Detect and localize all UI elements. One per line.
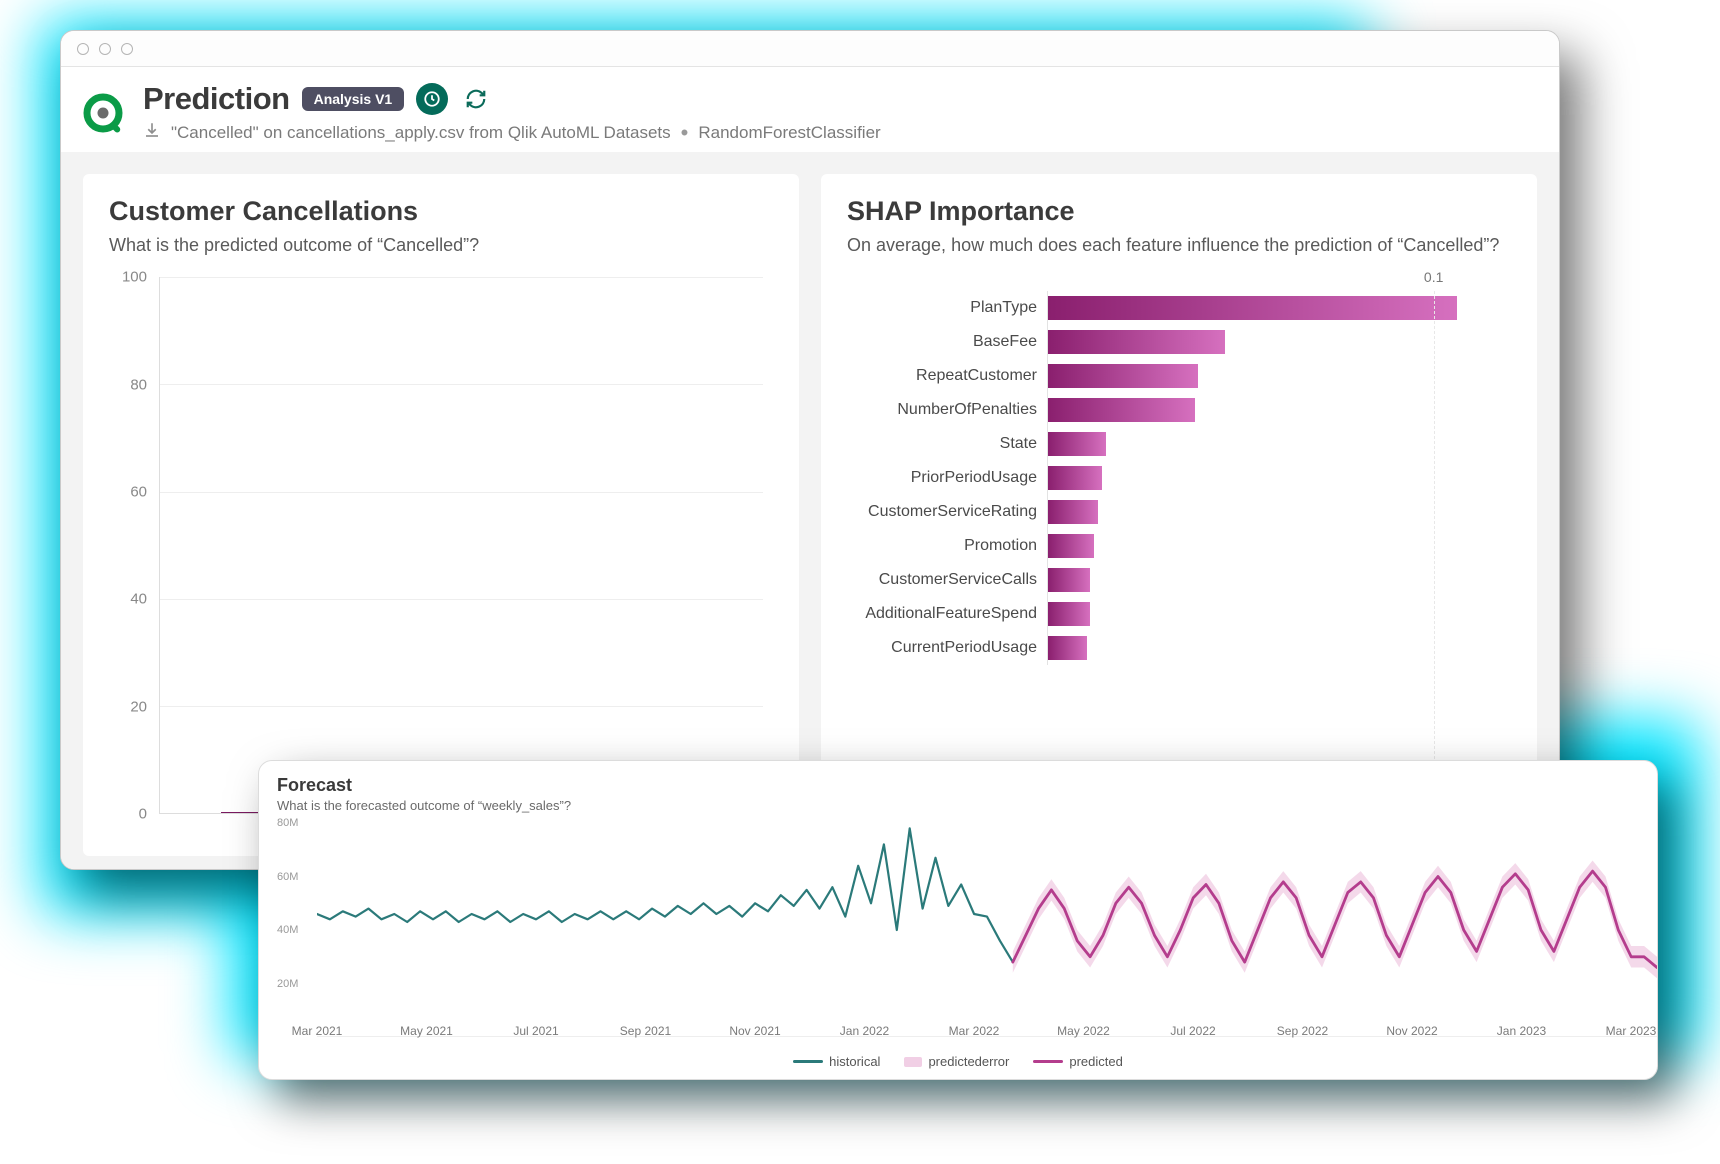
page-title: Prediction [143,81,290,117]
shap-row: PlanType [847,291,1511,325]
shap-feature-label: PriorPeriodUsage [847,469,1047,487]
cancellations-subtitle: What is the predicted outcome of “Cancel… [109,233,773,257]
legend-predicted: predicted [1033,1054,1122,1069]
forecast-legend: historical predictederror predicted [277,1050,1639,1069]
shap-row: CurrentPeriodUsage [847,631,1511,665]
shap-feature-label: PlanType [847,299,1047,317]
shap-bar [1048,602,1090,626]
forecast-subtitle: What is the forecasted outcome of “weekl… [277,798,1639,813]
shap-feature-label: CurrentPeriodUsage [847,639,1047,657]
forecast-x-tick-label: Sep 2021 [620,1024,671,1038]
forecast-card: Forecast What is the forecasted outcome … [258,760,1658,1080]
forecast-x-tick-label: Jan 2022 [840,1024,889,1038]
model-name: RandomForestClassifier [698,123,880,143]
shap-feature-label: AdditionalFeatureSpend [847,605,1047,623]
legend-predictederror: predictederror [904,1054,1009,1069]
shap-feature-label: BaseFee [847,333,1047,351]
window-dot-icon [121,43,133,55]
forecast-x-tick-label: May 2021 [400,1024,453,1038]
shap-bar [1048,534,1094,558]
shap-x-tick-label: 0.1 [1424,269,1443,285]
shap-row: State [847,427,1511,461]
shap-row: BaseFee [847,325,1511,359]
shap-row: Promotion [847,529,1511,563]
shap-subtitle: On average, how much does each feature i… [847,233,1511,257]
shap-feature-label: NumberOfPenalties [847,401,1047,419]
version-badge: Analysis V1 [302,87,405,111]
y-tick-label: 0 [139,806,147,823]
shap-bar [1048,500,1098,524]
y-tick-label: 60 [130,483,147,500]
shap-feature-label: RepeatCustomer [847,367,1047,385]
cancellations-title: Customer Cancellations [109,196,773,227]
shap-row: RepeatCustomer [847,359,1511,393]
forecast-x-tick-label: Sep 2022 [1277,1024,1328,1038]
forecast-x-tick-label: Jan 2023 [1497,1024,1546,1038]
forecast-x-tick-label: Mar 2023 [1606,1024,1657,1038]
shap-row: NumberOfPenalties [847,393,1511,427]
page-header: Prediction Analysis V1 "Cancelled" on ca… [61,67,1559,152]
cancellations-chart: 020406080100 86%14% [109,277,773,834]
forecast-x-tick-label: Jul 2022 [1170,1024,1215,1038]
cancellations-card: Customer Cancellations What is the predi… [83,174,799,856]
y-tick-label: 100 [122,269,147,286]
shap-bar [1048,330,1225,354]
shap-feature-label: CustomerServiceRating [847,503,1047,521]
forecast-x-tick-label: May 2022 [1057,1024,1110,1038]
forecast-x-tick-label: Nov 2022 [1386,1024,1437,1038]
legend-historical: historical [793,1054,880,1069]
forecast-chart: 20M 40M 60M 80M Mar 2021 May 2021 Jul 2021 Sep… [277,819,1639,1050]
window-dot-icon [99,43,111,55]
forecast-y-tick-label: 20M [277,978,298,990]
shap-chart: PlanType BaseFee RepeatCustomer NumberOfPen… [847,269,1511,834]
qlik-logo-icon [83,91,127,135]
y-tick-label: 40 [130,591,147,608]
shap-card: SHAP Importance On average, how much doe… [821,174,1537,856]
forecast-y-tick-label: 80M [277,817,298,829]
refresh-icon [465,88,487,110]
shap-bar [1048,636,1087,660]
dataset-subtitle: "Cancelled" on cancellations_apply.csv f… [171,123,671,143]
shap-title: SHAP Importance [847,196,1511,227]
forecast-y-tick-label: 40M [277,924,298,936]
forecast-y-tick-label: 60M [277,871,298,883]
shap-feature-label: Promotion [847,537,1047,555]
shap-row: PriorPeriodUsage [847,461,1511,495]
forecast-x-tick-label: Jul 2021 [513,1024,558,1038]
shap-bar [1048,364,1198,388]
shap-bar [1048,432,1106,456]
forecast-x-tick-label: Nov 2021 [729,1024,780,1038]
window-dot-icon [77,43,89,55]
forecast-title: Forecast [277,775,1639,796]
y-tick-label: 20 [130,698,147,715]
clock-icon [423,90,441,108]
shap-feature-label: CustomerServiceCalls [847,571,1047,589]
shap-bar [1048,466,1102,490]
main-window: Prediction Analysis V1 "Cancelled" on ca… [60,30,1560,870]
shap-row: CustomerServiceRating [847,495,1511,529]
refresh-button[interactable] [460,83,492,115]
forecast-line-historical [317,828,1013,962]
shap-row: CustomerServiceCalls [847,563,1511,597]
shap-bar [1048,296,1457,320]
shap-bar [1048,398,1195,422]
window-titlebar [61,31,1559,67]
shap-feature-label: State [847,435,1047,453]
forecast-x-tick-label: Mar 2022 [949,1024,1000,1038]
shap-row: AdditionalFeatureSpend [847,597,1511,631]
history-button[interactable] [416,83,448,115]
y-tick-label: 80 [130,376,147,393]
download-icon[interactable] [143,121,161,144]
shap-bar [1048,568,1090,592]
forecast-x-tick-label: Mar 2021 [292,1024,343,1038]
